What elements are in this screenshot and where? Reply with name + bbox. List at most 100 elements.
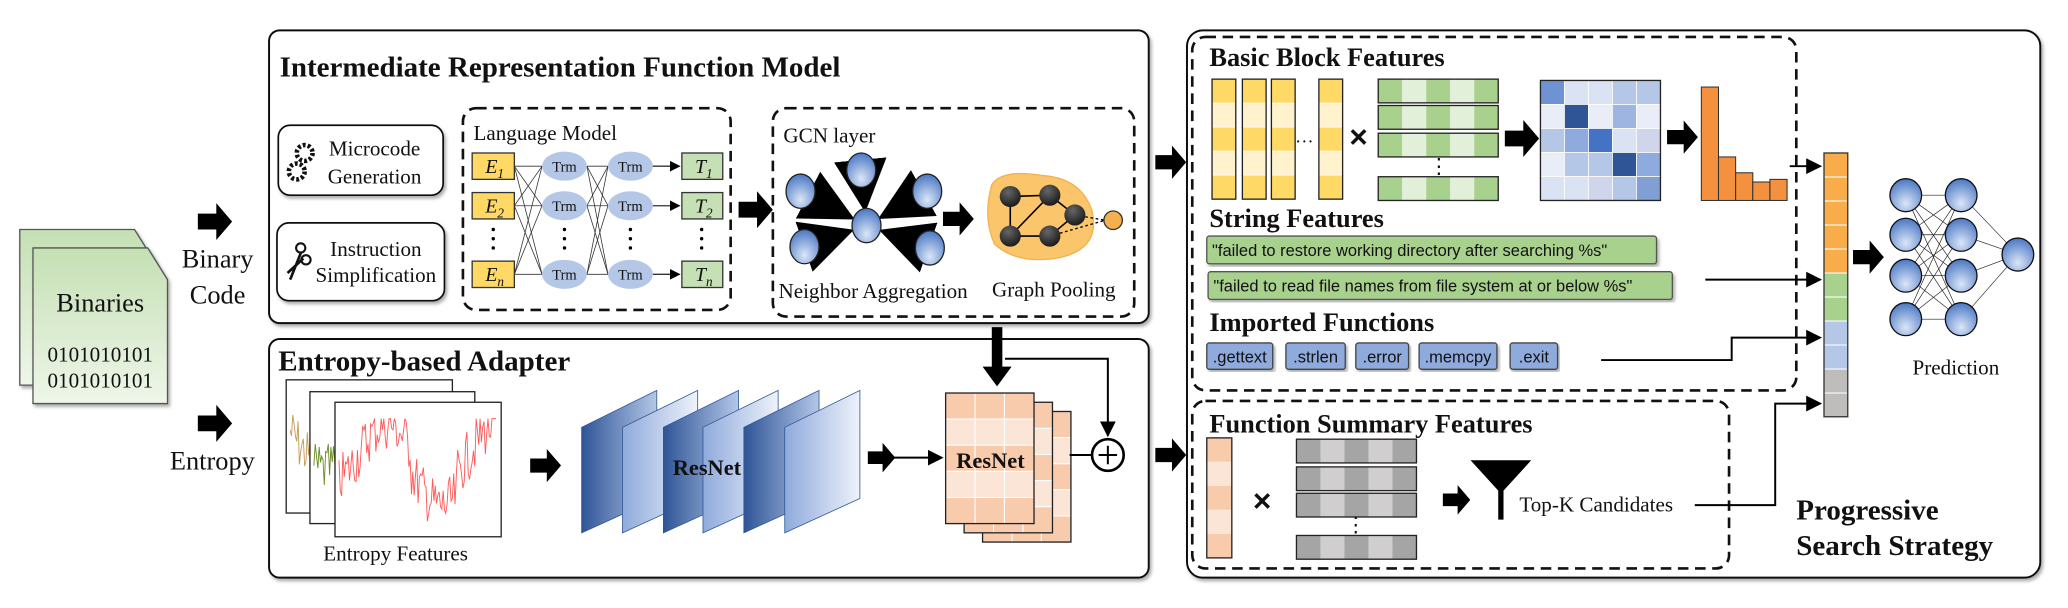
resnet-output-cell — [945, 470, 976, 499]
candidate-row-cell — [1320, 439, 1345, 463]
nn-hidden-node — [1944, 178, 1978, 213]
import-function-label: .memcpy — [1425, 349, 1493, 367]
transformer-block-label: Trm — [552, 199, 577, 215]
feature-vector-cell — [1823, 248, 1849, 274]
feature-vector-cell — [1823, 152, 1849, 178]
ellipsis-dot — [491, 237, 495, 241]
ellipsis-dot — [628, 237, 633, 241]
embedding-row-cell — [1474, 105, 1499, 130]
histogram-bar — [1717, 156, 1737, 201]
vertical-ellipsis: ⋮ — [1428, 154, 1449, 178]
transformer-block-label: Trm — [618, 199, 643, 215]
entropy-features-label: Entropy Features — [323, 542, 468, 566]
vertical-ellipsis-2: ⋮ — [1345, 513, 1366, 537]
embedding-row-cell — [1402, 79, 1427, 103]
embedding-row-cell — [1426, 176, 1451, 201]
svg-text:"failed to restore working dir: "failed to restore working directory aft… — [1212, 242, 1607, 260]
strategy-title-2: Search Strategy — [1796, 530, 1993, 562]
feature-vector-cell — [1823, 368, 1849, 394]
binary-code-label-1: Binary — [182, 245, 255, 274]
embedding-row-cell — [1378, 79, 1403, 103]
graph-embedding-node — [1103, 210, 1124, 231]
ellipsis: … — [1295, 126, 1313, 146]
similarity-cell — [1588, 152, 1613, 177]
transformer-block-label: Trm — [552, 268, 577, 284]
pooled-node — [999, 185, 1021, 208]
import-function-label: .strlen — [1293, 349, 1338, 367]
aggregation-arrow — [833, 157, 887, 213]
resnet-output-cell — [1003, 418, 1035, 446]
similarity-cell — [1636, 128, 1661, 153]
candidate-row-cell — [1368, 466, 1393, 491]
similarity-cell — [1612, 152, 1637, 177]
summary-vector-cell — [1206, 485, 1232, 510]
string-feature-2: "failed to read file names from file sys… — [1207, 271, 1673, 301]
string-feature-1: "failed to restore working directory aft… — [1206, 235, 1658, 265]
architecture-diagram: Binaries 0101010101 0101010101 Binary Co… — [19, 29, 2042, 579]
feature-vector — [1823, 152, 1849, 418]
language-model-title: Language Model — [473, 121, 617, 145]
summary-vector-cell — [1206, 437, 1232, 462]
similarity-cell — [1540, 176, 1565, 201]
candidate-row-cell — [1368, 535, 1393, 560]
nn-input-node — [1889, 258, 1923, 293]
candidate-row-cell — [1392, 466, 1417, 491]
ellipsis-dot — [562, 227, 567, 232]
embedding-row-cell — [1450, 105, 1475, 130]
feature-vector-cell — [1823, 200, 1849, 226]
embedding-row-cell — [1474, 176, 1499, 201]
candidate-row-cell — [1368, 439, 1393, 463]
histogram-bar — [1752, 181, 1771, 201]
resnet-output-cell — [1003, 392, 1035, 420]
microcode-label-1: Microcode — [329, 137, 420, 161]
nn-hidden-node — [1944, 302, 1978, 337]
nn-output-node — [2001, 237, 2035, 272]
resnet-output-cell — [1003, 496, 1035, 525]
resnet-output-cell — [974, 392, 1005, 420]
block-vector-cell — [1318, 150, 1343, 176]
similarity-cell — [1612, 80, 1637, 105]
similarity-cell — [1588, 128, 1613, 153]
string-features-title: String Features — [1209, 204, 1384, 233]
ellipsis-dot — [491, 246, 495, 250]
instruction-label-1: Instruction — [330, 237, 422, 261]
similarity-cell — [1588, 104, 1613, 129]
embedding-row-cell — [1378, 176, 1403, 201]
similarity-cell — [1588, 80, 1613, 105]
neighbor-node — [912, 173, 943, 210]
multiply-sign-2: × — [1253, 483, 1271, 519]
similarity-cell — [1636, 176, 1661, 201]
neighbor-aggregation-label: Neighbor Aggregation — [778, 279, 968, 303]
import-function-label: .exit — [1519, 349, 1550, 367]
similarity-cell — [1564, 128, 1589, 153]
function-summary-title: Function Summary Features — [1209, 410, 1532, 439]
multiply-sign: × — [1349, 119, 1367, 155]
candidate-row-cell — [1320, 493, 1345, 517]
binary-code-label-2: Code — [190, 280, 246, 309]
embedding-row-cell — [1474, 133, 1499, 157]
block-vector-cell — [1318, 102, 1343, 128]
summary-vector-cell — [1206, 509, 1232, 534]
histogram-bar — [1769, 178, 1788, 201]
candidate-row-cell — [1392, 493, 1417, 517]
ellipsis-dot — [628, 227, 633, 232]
candidate-row-cell — [1296, 439, 1321, 463]
nn-hidden-node — [1944, 258, 1978, 293]
embedding-row-cell — [1450, 133, 1475, 157]
block-vector-cell — [1271, 102, 1296, 128]
similarity-cell — [1636, 80, 1661, 105]
entropy-feature-plots — [285, 379, 502, 538]
strategy-title-1: Progressive — [1796, 495, 1938, 527]
ellipsis-dot — [491, 227, 495, 232]
nn-hidden-node — [1944, 217, 1978, 252]
binaries-label: Binaries — [56, 288, 144, 317]
feature-vector-cell — [1823, 296, 1849, 322]
arrow-ir-to-search — [1155, 145, 1187, 179]
block-vector-cell — [1242, 150, 1267, 176]
import-function-label: .error — [1363, 349, 1403, 367]
histogram-bar — [1735, 172, 1754, 201]
pooled-node — [1039, 184, 1061, 206]
import-function-label: .gettext — [1213, 349, 1267, 367]
arrow-entropy — [197, 404, 233, 442]
candidate-row-cell — [1368, 493, 1393, 517]
